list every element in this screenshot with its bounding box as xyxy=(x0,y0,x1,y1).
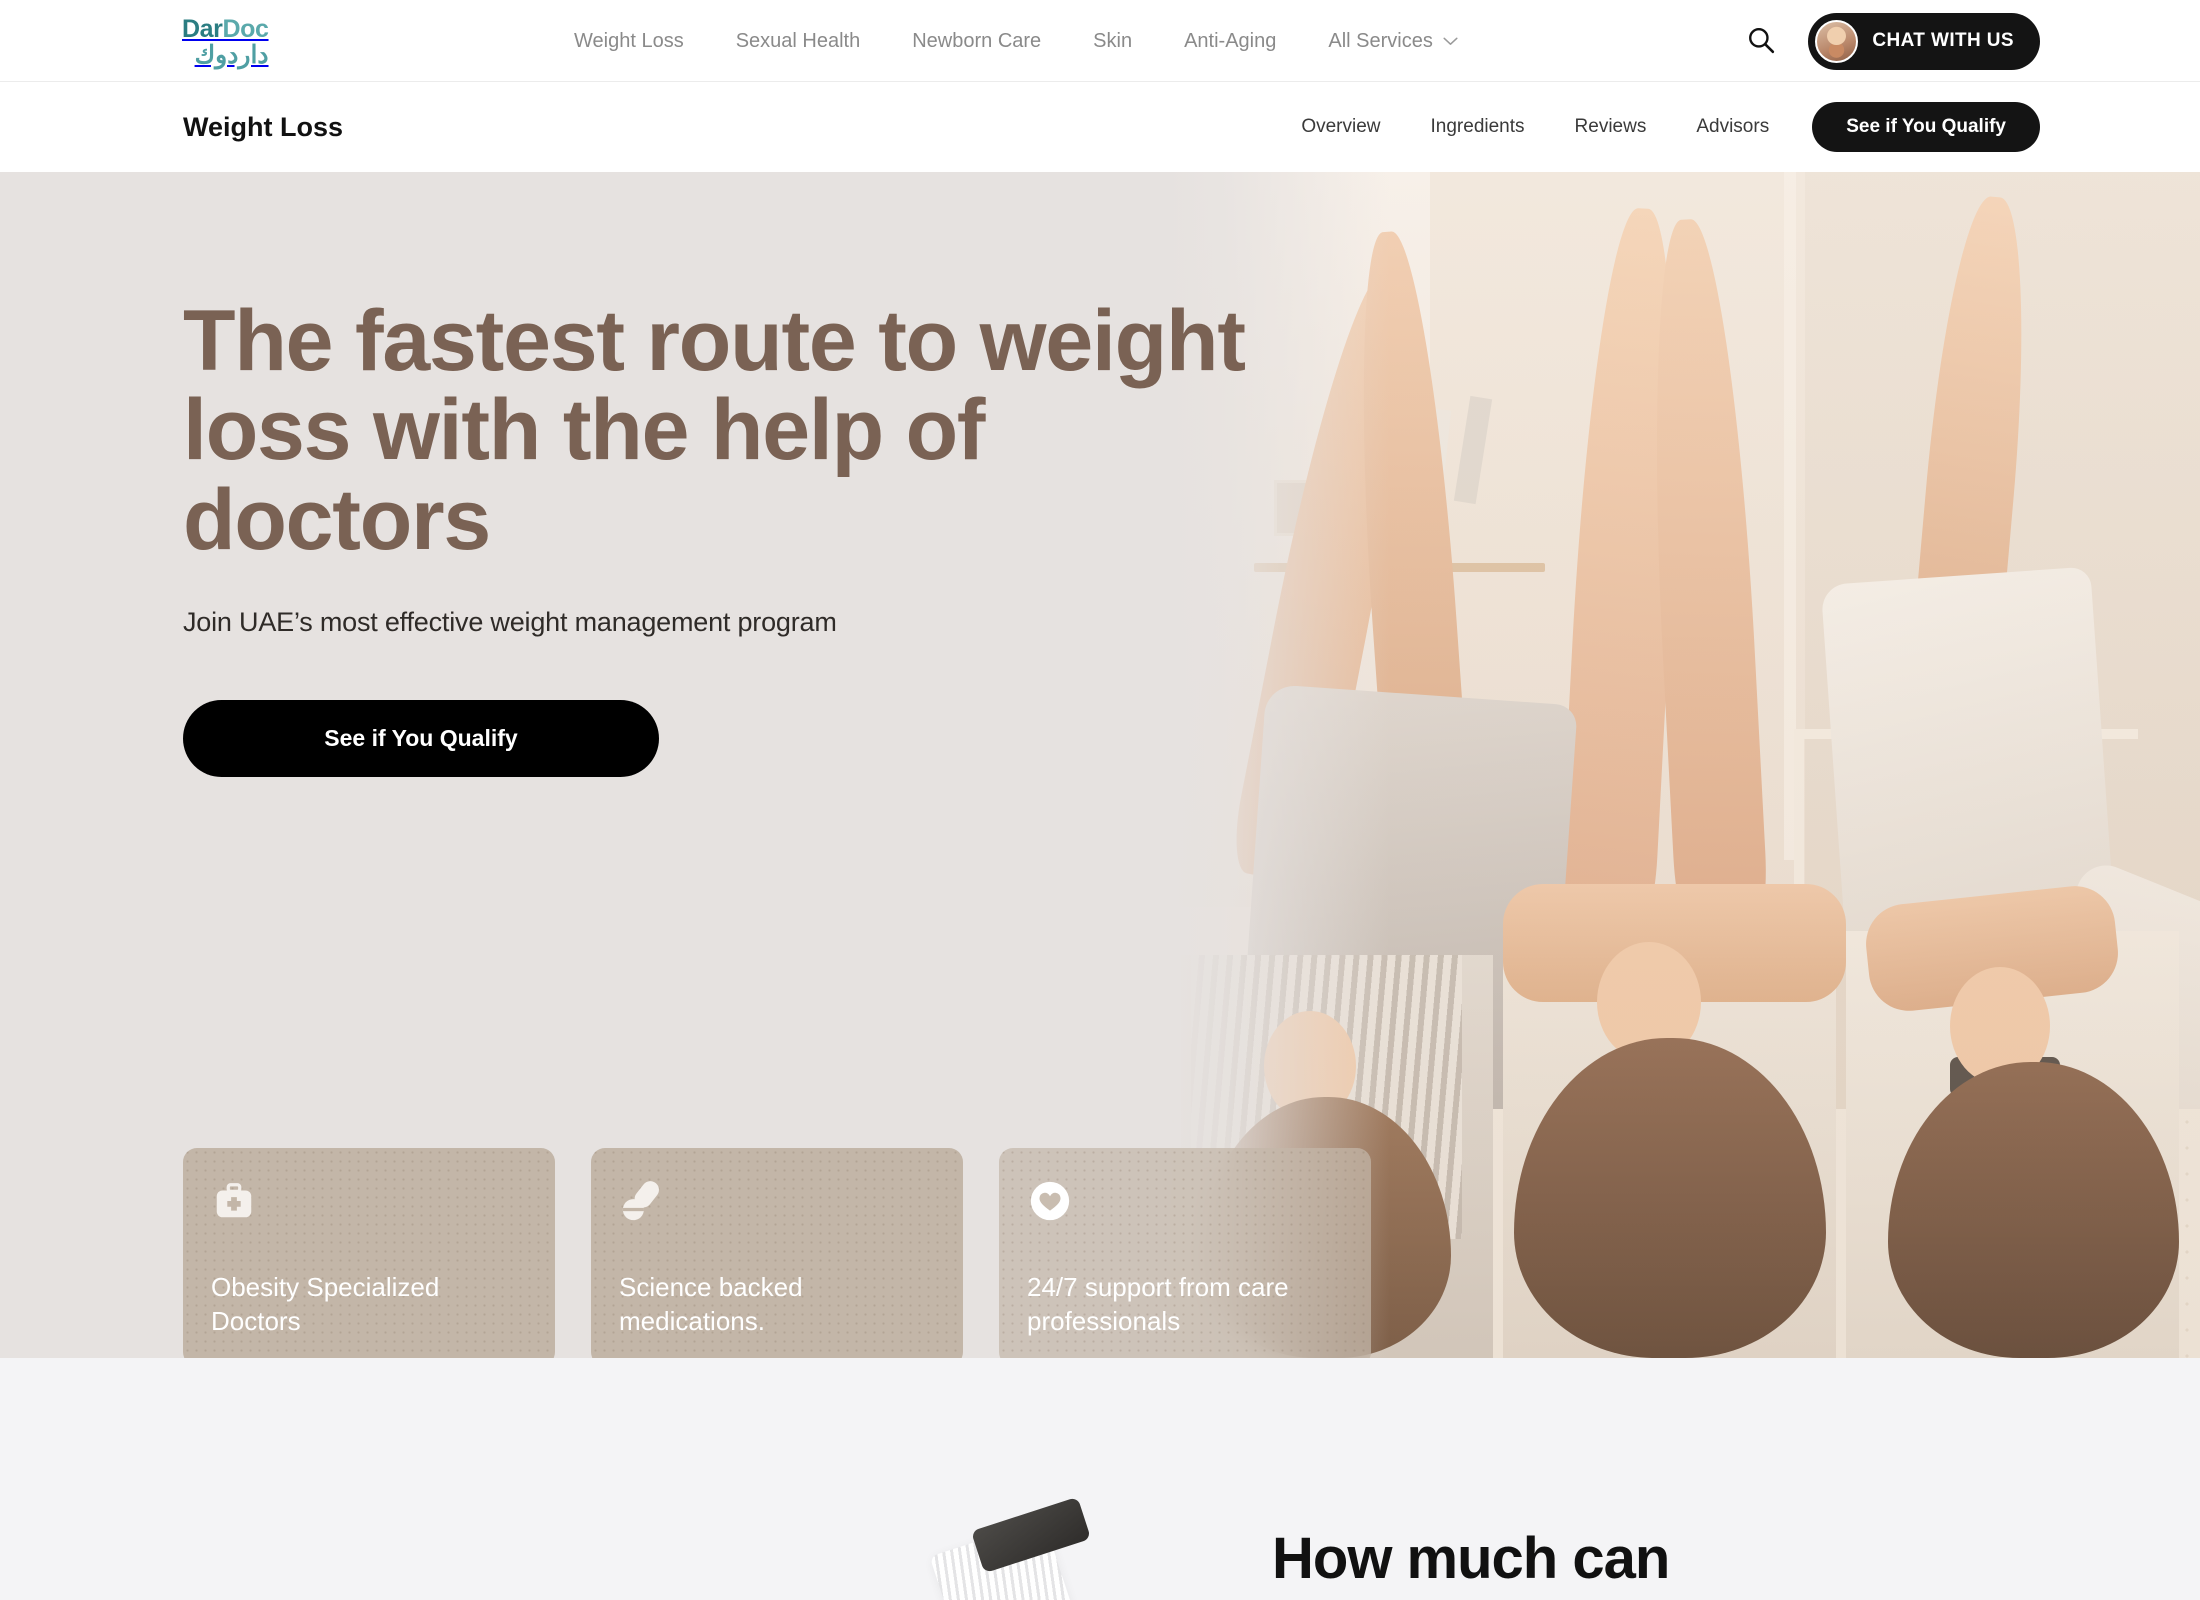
hero-feature-cards: Obesity Specialized Doctors Science back… xyxy=(183,1148,1371,1358)
site-header: DarDoc داردوك Weight Loss Sexual Health … xyxy=(0,0,2200,82)
nav-label: Weight Loss xyxy=(574,29,684,52)
nav-item-weight-loss[interactable]: Weight Loss xyxy=(548,30,710,53)
section-navigation: Overview Ingredients Reviews Advisors Se… xyxy=(1276,102,2040,152)
search-icon xyxy=(1747,26,1775,57)
avatar xyxy=(1815,19,1859,63)
see-if-you-qualify-button-hero[interactable]: See if You Qualify xyxy=(183,700,659,778)
injection-pen-image xyxy=(929,1496,1125,1600)
page-root: DarDoc داردوك Weight Loss Sexual Health … xyxy=(0,0,2200,1600)
feature-card-label: Science backed medications. xyxy=(619,1272,803,1336)
nav-label: Sexual Health xyxy=(735,29,861,52)
hero-headline: The fastest route to weight loss with th… xyxy=(183,293,1246,568)
brand-logo-doc: Doc xyxy=(222,15,269,43)
primary-navigation: Weight Loss Sexual Health Newborn Care S… xyxy=(548,0,1484,82)
section-two-title: How much can xyxy=(1272,1526,1670,1591)
nav-label: All Services xyxy=(1328,29,1433,52)
nav-item-skin[interactable]: Skin xyxy=(1067,30,1158,53)
tab-ingredients[interactable]: Ingredients xyxy=(1406,116,1550,138)
chevron-down-icon xyxy=(1443,37,1458,46)
feature-card-medications[interactable]: Science backed medications. xyxy=(591,1148,963,1358)
hero-subheadline: Join UAE’s most effective weight managem… xyxy=(183,607,837,638)
nav-item-all-services[interactable]: All Services xyxy=(1302,30,1483,53)
brand-logo[interactable]: DarDoc داردوك xyxy=(182,17,269,68)
see-if-you-qualify-button-header[interactable]: See if You Qualify xyxy=(1812,102,2040,152)
nav-label: Newborn Care xyxy=(912,29,1042,52)
chat-with-us-button[interactable]: CHAT WITH US xyxy=(1808,12,2040,70)
nav-label: Anti-Aging xyxy=(1184,29,1277,52)
feature-card-support[interactable]: 24/7 support from care professionals xyxy=(999,1148,1371,1358)
search-button[interactable] xyxy=(1744,24,1778,58)
brand-logo-latin: DarDoc xyxy=(182,17,269,42)
tab-advisors[interactable]: Advisors xyxy=(1671,116,1794,138)
hero-copy: The fastest route to weight loss with th… xyxy=(183,172,1283,778)
nav-label: Skin xyxy=(1093,29,1133,52)
feature-card-label: 24/7 support from care professionals xyxy=(1027,1272,1289,1336)
pills-icon xyxy=(619,1178,665,1224)
first-aid-kit-icon xyxy=(211,1178,257,1224)
tab-overview[interactable]: Overview xyxy=(1276,116,1405,138)
header-actions: CHAT WITH US xyxy=(1744,0,2040,82)
feature-card-label: Obesity Specialized Doctors xyxy=(211,1272,440,1336)
chat-button-label: CHAT WITH US xyxy=(1872,30,2014,51)
tab-reviews[interactable]: Reviews xyxy=(1550,116,1672,138)
hero-section: The fastest route to weight loss with th… xyxy=(0,172,2200,1358)
nav-item-sexual-health[interactable]: Sexual Health xyxy=(710,30,887,53)
nav-item-newborn-care[interactable]: Newborn Care xyxy=(886,30,1067,53)
brand-logo-dar: Dar xyxy=(182,15,223,43)
sub-navigation-bar: Weight Loss Overview Ingredients Reviews… xyxy=(0,82,2200,172)
nav-item-anti-aging[interactable]: Anti-Aging xyxy=(1158,30,1302,53)
page-title: Weight Loss xyxy=(183,111,344,142)
feature-card-doctors[interactable]: Obesity Specialized Doctors xyxy=(183,1148,555,1358)
heart-icon xyxy=(1027,1178,1073,1224)
brand-logo-arabic: داردوك xyxy=(194,41,269,69)
